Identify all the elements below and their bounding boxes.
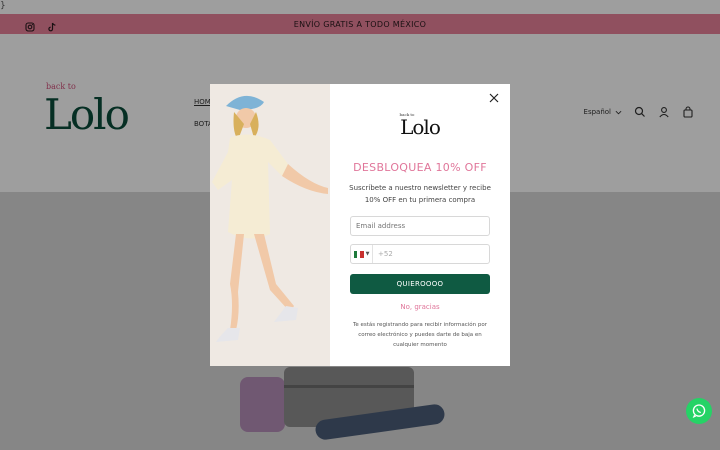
popup-logo: back to Lolo — [330, 112, 510, 138]
newsletter-popup: back to Lolo DESBLOQUEA 10% OFF Suscríbe… — [210, 84, 510, 366]
phone-field[interactable]: ▼ +52 — [350, 244, 490, 264]
popup-subtitle: Suscríbete a nuestro newsletter y recibe… — [349, 184, 491, 204]
subscribe-button[interactable]: QUIEROOOO — [350, 274, 490, 294]
chevron-down-icon: ▼ — [365, 251, 370, 257]
popup-disclaimer: Te estás registrando para recibir inform… — [352, 322, 488, 348]
decline-link[interactable]: No, gracias — [330, 303, 510, 311]
phone-prefix: +52 — [378, 250, 393, 258]
country-selector[interactable]: ▼ — [351, 245, 373, 263]
whatsapp-button[interactable] — [686, 398, 712, 424]
popup-model-photo — [210, 84, 330, 366]
close-icon[interactable] — [488, 92, 500, 104]
popup-title: DESBLOQUEA 10% OFF — [353, 161, 487, 174]
whatsapp-icon — [692, 404, 706, 418]
email-field[interactable] — [350, 216, 490, 236]
popup-content: back to Lolo DESBLOQUEA 10% OFF Suscríbe… — [330, 84, 510, 366]
mexico-flag-icon — [353, 250, 364, 258]
popup-logo-wordmark: Lolo — [400, 115, 441, 139]
